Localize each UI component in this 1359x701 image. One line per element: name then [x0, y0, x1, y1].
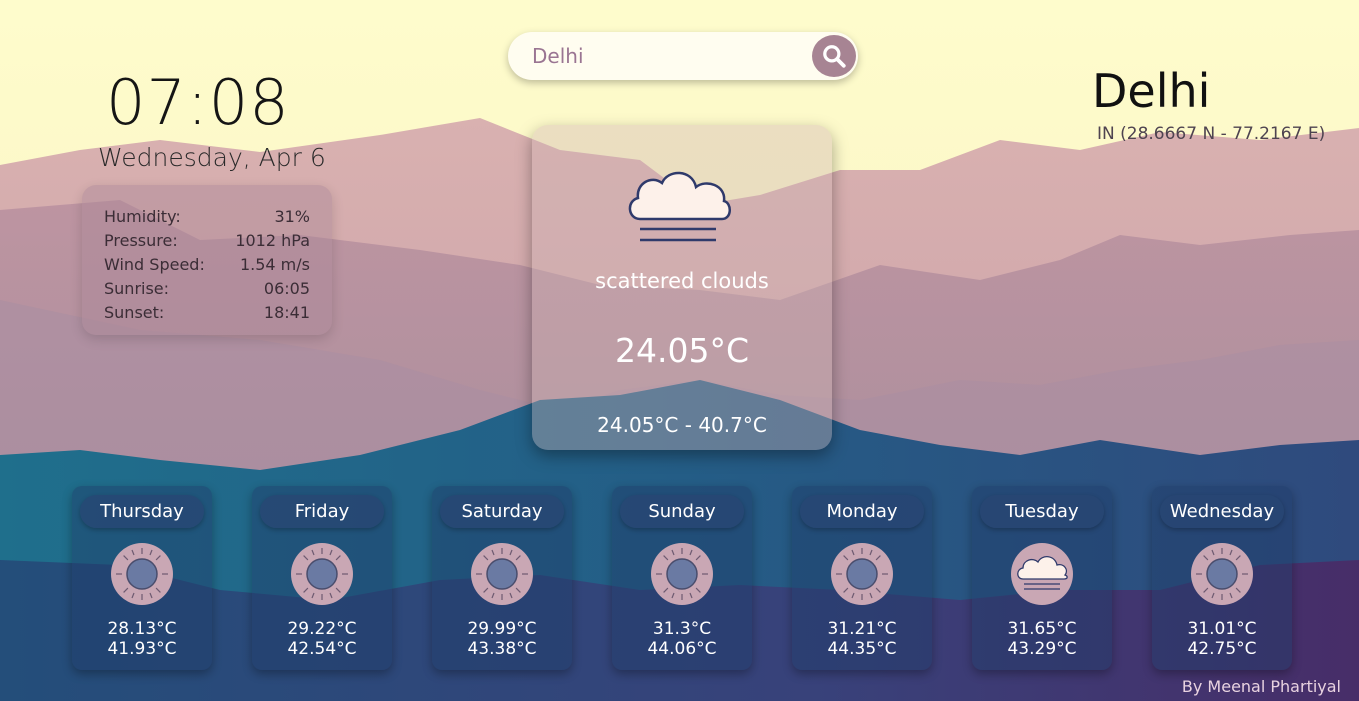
forecast-day-label: Friday — [260, 495, 384, 528]
forecast-low-temp: 28.13°C — [107, 619, 177, 639]
forecast-card-saturday: Saturday 29.99°C 43.38°C — [432, 486, 572, 670]
forecast-low-temp: 31.01°C — [1187, 619, 1257, 639]
forecast-card-thursday: Thursday 28.13°C 41.93°C — [72, 486, 212, 670]
current-date: Wednesday, Apr 6 — [98, 143, 326, 172]
search-input[interactable] — [508, 32, 808, 80]
forecast-day-label: Sunday — [620, 495, 744, 528]
detail-value: 06:05 — [263, 279, 310, 298]
sun-icon — [471, 543, 533, 605]
search-button[interactable] — [812, 35, 856, 77]
temperature-range: 24.05°C - 40.7°C — [597, 413, 767, 437]
city-name: Delhi — [1092, 64, 1211, 118]
detail-row-wind-speed: Wind Speed: 1.54 m/s — [104, 253, 310, 277]
sun-icon — [1191, 543, 1253, 605]
forecast-high-temp: 43.29°C — [1007, 639, 1077, 659]
detail-value: 1012 hPa — [235, 231, 310, 250]
forecast-low-temp: 31.21°C — [827, 619, 897, 639]
sun-icon — [651, 543, 713, 605]
forecast-day-label: Tuesday — [980, 495, 1104, 528]
detail-label: Sunrise: — [104, 279, 170, 298]
forecast-high-temp: 42.75°C — [1187, 639, 1257, 659]
current-time: 07:08 — [106, 66, 290, 139]
current-temperature: 24.05°C — [614, 331, 749, 370]
detail-label: Pressure: — [104, 231, 178, 250]
forecast-high-temp: 44.06°C — [647, 639, 717, 659]
forecast-high-temp: 43.38°C — [467, 639, 537, 659]
detail-label: Humidity: — [104, 207, 181, 226]
detail-label: Sunset: — [104, 303, 165, 322]
forecast-card-friday: Friday 29.22°C 42.54°C — [252, 486, 392, 670]
forecast-low-temp: 29.99°C — [467, 619, 537, 639]
detail-value: 18:41 — [263, 303, 310, 322]
city-coordinates: IN (28.6667 N - 77.2167 E) — [1097, 124, 1326, 144]
forecast-low-temp: 31.3°C — [652, 619, 712, 639]
sun-icon — [111, 543, 173, 605]
cloud-icon — [1011, 543, 1073, 605]
forecast-card-wednesday: Wednesday 31.01°C 42.75°C — [1152, 486, 1292, 670]
detail-row-humidity: Humidity: 31% — [104, 205, 310, 229]
forecast-low-temp: 31.65°C — [1007, 619, 1077, 639]
forecast-day-label: Thursday — [80, 495, 204, 528]
detail-label: Wind Speed: — [104, 255, 205, 274]
weather-details-card: Humidity: 31% Pressure: 1012 hPa Wind Spee… — [82, 185, 332, 335]
search-icon — [823, 45, 846, 68]
forecast-high-temp: 41.93°C — [107, 639, 177, 659]
cloud-mist-icon — [628, 171, 731, 242]
sun-icon — [291, 543, 353, 605]
forecast-card-monday: Monday 31.21°C 44.35°C — [792, 486, 932, 670]
detail-row-sunrise: Sunrise: 06:05 — [104, 277, 310, 301]
forecast-high-temp: 42.54°C — [287, 639, 357, 659]
detail-row-pressure: Pressure: 1012 hPa — [104, 229, 310, 253]
forecast-day-label: Saturday — [440, 495, 564, 528]
forecast-high-temp: 44.35°C — [827, 639, 897, 659]
weather-description: scattered clouds — [595, 269, 769, 293]
current-weather-card: scattered clouds 24.05°C 24.05°C - 40.7°… — [532, 125, 832, 450]
forecast-low-temp: 29.22°C — [287, 619, 357, 639]
forecast-card-sunday: Sunday 31.3°C 44.06°C — [612, 486, 752, 670]
forecast-day-label: Wednesday — [1160, 495, 1284, 528]
detail-value: 1.54 m/s — [239, 255, 310, 274]
forecast-day-label: Monday — [800, 495, 924, 528]
sun-icon — [831, 543, 893, 605]
detail-value: 31% — [274, 207, 310, 226]
author-credit: By Meenal Phartiyal — [1181, 677, 1341, 696]
search-bar — [508, 32, 858, 80]
forecast-card-tuesday: Tuesday 31.65°C 43.29°C — [972, 486, 1112, 670]
detail-row-sunset: Sunset: 18:41 — [104, 301, 310, 325]
